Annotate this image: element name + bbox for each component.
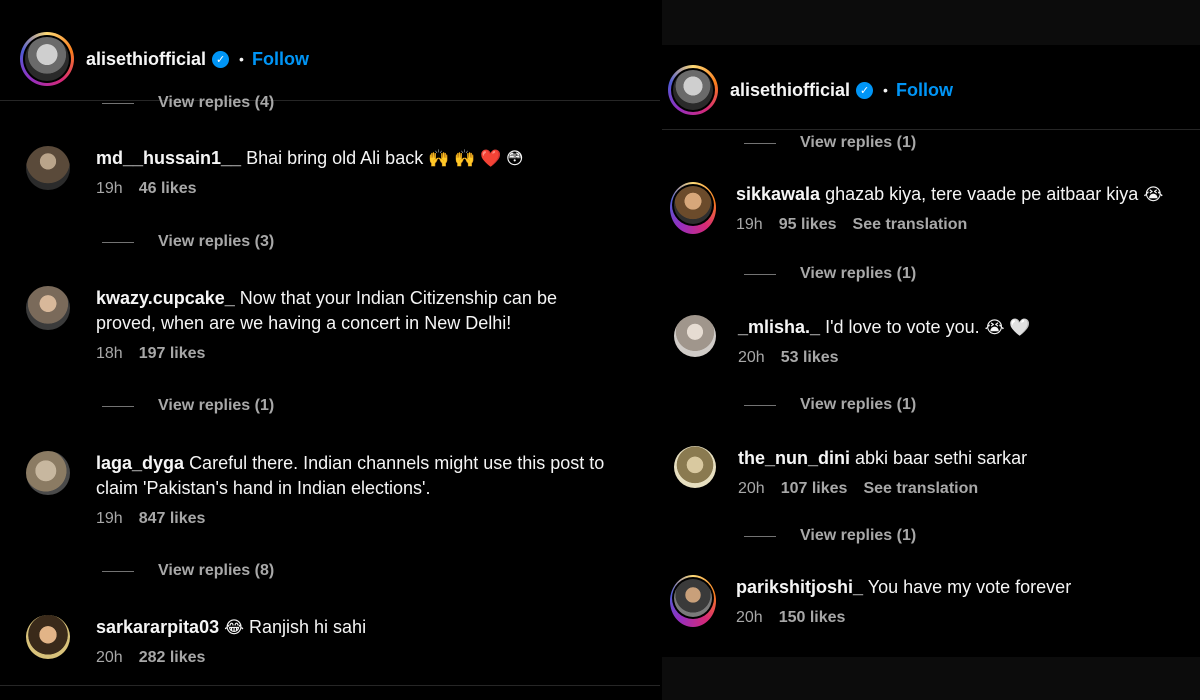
comment-time[interactable]: 20h <box>96 649 123 667</box>
view-replies-button[interactable]: View replies (1) <box>744 396 916 414</box>
view-replies-label: View replies (1) <box>800 134 917 151</box>
view-replies-label: View replies (1) <box>158 397 275 414</box>
view-replies-label: View replies (1) <box>800 527 917 544</box>
commenter-avatar[interactable] <box>26 286 70 330</box>
profile-avatar-ring[interactable] <box>20 32 74 86</box>
comment-likes[interactable]: 53 likes <box>781 349 839 367</box>
comment-item: parikshitjoshi_ You have my vote forever… <box>670 575 1196 627</box>
comment-time[interactable]: 20h <box>738 480 765 498</box>
comment-item: sikkawala ghazab kiya, tere vaade pe ait… <box>670 182 1196 234</box>
comment-item: md__hussain1__ Bhai bring old Ali back 🙌… <box>26 146 616 198</box>
comment-likes[interactable]: 282 likes <box>139 649 206 667</box>
see-translation-link[interactable]: See translation <box>863 480 978 498</box>
commenter-avatar-ring[interactable] <box>670 182 716 234</box>
comment-emoji: 😭 🤍 <box>984 318 1031 337</box>
comment-item: kwazy.cupcake_ Now that your Indian Citi… <box>26 286 616 363</box>
post-header: alisethiofficial ✓ • Follow <box>668 65 953 115</box>
separator-dot: • <box>883 82 888 98</box>
comment-username[interactable]: _mlisha._ <box>738 317 820 337</box>
separator-dot: • <box>239 51 244 67</box>
follow-button[interactable]: Follow <box>252 49 309 70</box>
comment-username[interactable]: kwazy.cupcake_ <box>96 288 235 308</box>
view-replies-button[interactable]: View replies (1) <box>102 397 274 415</box>
verified-badge-icon: ✓ <box>856 81 874 99</box>
replies-line <box>102 405 134 407</box>
see-translation-link[interactable]: See translation <box>853 216 968 234</box>
view-replies-label: View replies (8) <box>158 562 275 579</box>
header-username[interactable]: alisethiofficial <box>730 80 850 101</box>
view-replies-label: View replies (3) <box>158 233 275 250</box>
replies-line <box>102 241 134 243</box>
replies-line <box>102 102 134 104</box>
comment-time[interactable]: 19h <box>96 180 123 198</box>
comment-text: abki baar sethi sarkar <box>855 448 1028 468</box>
comment-text: I'd love to vote you. <box>825 317 980 337</box>
header-divider <box>662 129 1200 130</box>
replies-line <box>744 142 776 144</box>
footer-divider <box>0 685 660 686</box>
view-replies-button[interactable]: View replies (3) <box>102 233 274 251</box>
view-replies-button[interactable]: View replies (4) <box>102 94 274 112</box>
comment-text: ghazab kiya, tere vaade pe aitbaar kiya <box>825 184 1139 204</box>
commenter-avatar[interactable] <box>26 615 70 659</box>
comment-likes[interactable]: 150 likes <box>779 609 846 627</box>
comment-time[interactable]: 19h <box>736 216 763 234</box>
commenter-avatar <box>674 579 712 617</box>
follow-button[interactable]: Follow <box>896 80 953 101</box>
comment-username[interactable]: sikkawala <box>736 184 820 204</box>
comment-item: sarkararpita03 😂 Ranjish hi sahi 20h 282 … <box>26 615 616 667</box>
comment-likes[interactable]: 95 likes <box>779 216 837 234</box>
right-panel-content: alisethiofficial ✓ • Follow View replies… <box>662 45 1200 657</box>
comment-username[interactable]: md__hussain1__ <box>96 148 241 168</box>
left-comment-panel: alisethiofficial ✓ • Follow View replies… <box>0 0 660 700</box>
comment-item: the_nun_dini abki baar sethi sarkar 20h 1… <box>674 446 1198 498</box>
post-header: alisethiofficial ✓ • Follow <box>20 32 309 86</box>
replies-line <box>744 404 776 406</box>
comment-time[interactable]: 20h <box>738 349 765 367</box>
comment-time[interactable]: 18h <box>96 345 123 363</box>
replies-line <box>102 570 134 572</box>
comment-likes[interactable]: 107 likes <box>781 480 848 498</box>
comment-time[interactable]: 20h <box>736 609 763 627</box>
replies-line <box>744 273 776 275</box>
view-replies-label: View replies (1) <box>800 396 917 413</box>
comment-likes[interactable]: 46 likes <box>139 180 197 198</box>
comment-text: Ranjish hi sahi <box>249 617 367 637</box>
commenter-avatar[interactable] <box>26 451 70 495</box>
comment-text: You have my vote forever <box>867 577 1072 597</box>
comment-username[interactable]: parikshitjoshi_ <box>736 577 863 597</box>
commenter-avatar[interactable] <box>674 315 716 357</box>
view-replies-label: View replies (4) <box>158 94 275 111</box>
verified-badge-icon: ✓ <box>212 50 230 68</box>
comment-emoji: 😂 <box>224 618 244 637</box>
profile-avatar <box>25 37 69 81</box>
comment-likes[interactable]: 847 likes <box>139 510 206 528</box>
comment-emoji: 🙌 🙌 ❤️ 😳 <box>428 149 524 168</box>
profile-avatar <box>673 70 713 110</box>
comment-item: laga_dyga Careful there. Indian channels… <box>26 451 646 528</box>
commenter-avatar <box>674 186 712 224</box>
view-replies-button[interactable]: View replies (8) <box>102 562 274 580</box>
comment-username[interactable]: the_nun_dini <box>738 448 850 468</box>
comment-username[interactable]: laga_dyga <box>96 453 184 473</box>
view-replies-button[interactable]: View replies (1) <box>744 265 916 283</box>
comment-username[interactable]: sarkararpita03 <box>96 617 219 637</box>
view-replies-label: View replies (1) <box>800 265 917 282</box>
commenter-avatar-ring[interactable] <box>670 575 716 627</box>
commenter-avatar[interactable] <box>674 446 716 488</box>
view-replies-button[interactable]: View replies (1) <box>744 134 916 152</box>
comment-emoji: 😭 <box>1143 185 1164 204</box>
profile-avatar-ring[interactable] <box>668 65 718 115</box>
comment-likes[interactable]: 197 likes <box>139 345 206 363</box>
comment-time[interactable]: 19h <box>96 510 123 528</box>
header-username[interactable]: alisethiofficial <box>86 49 206 70</box>
right-comment-panel: •• alisethiofficial ✓ • Follow View repl… <box>662 0 1200 700</box>
replies-line <box>744 535 776 537</box>
header-divider <box>0 100 660 101</box>
comment-text: Bhai bring old Ali back <box>246 148 424 168</box>
commenter-avatar[interactable] <box>26 146 70 190</box>
view-replies-button[interactable]: View replies (1) <box>744 527 916 545</box>
comment-item: _mlisha._ I'd love to vote you. 😭 🤍 20h 5… <box>674 315 1198 367</box>
